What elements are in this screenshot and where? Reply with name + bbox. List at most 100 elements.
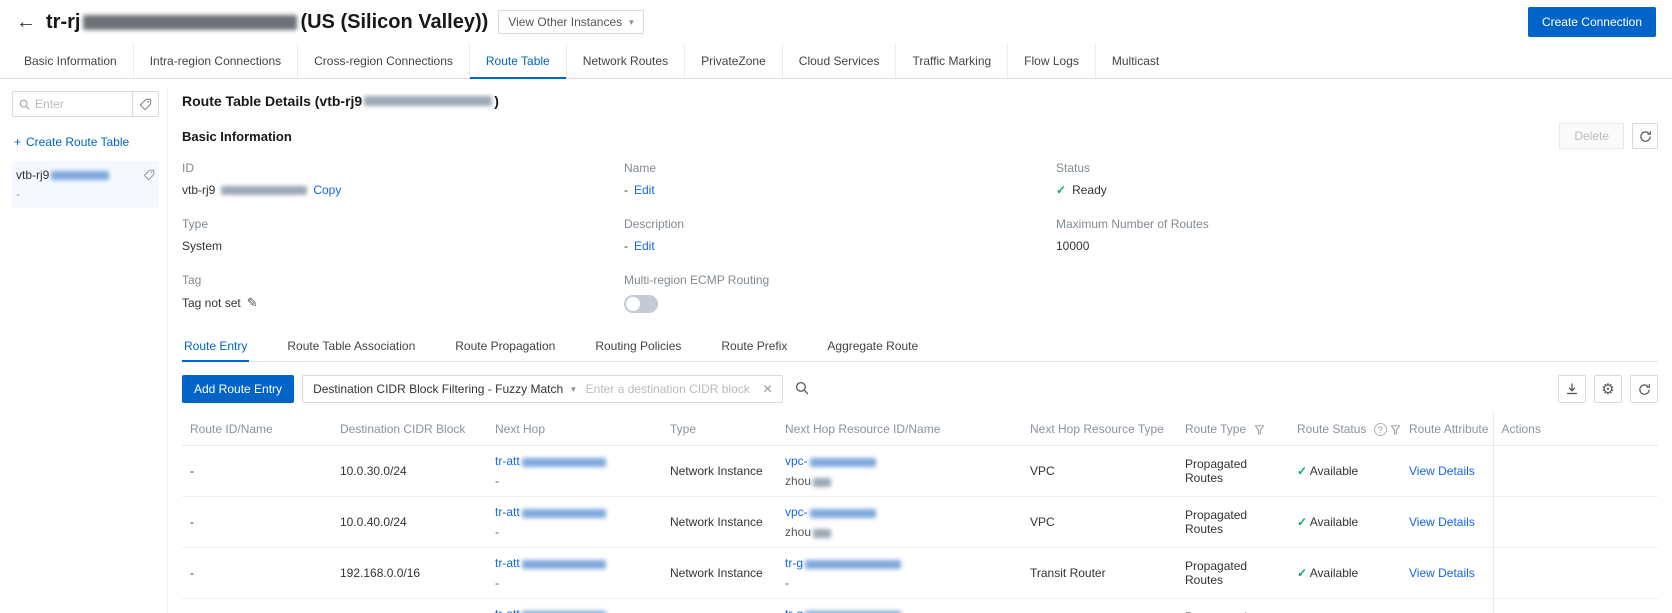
chevron-down-icon: ▾ [629, 17, 634, 28]
route-entry-table: Route ID/Name Destination CIDR Block Nex… [182, 413, 1658, 613]
delete-button[interactable]: Delete [1559, 123, 1624, 149]
instance-region: (US (Silicon Valley)) [300, 11, 488, 34]
route-status-text: Available [1310, 464, 1358, 478]
back-icon[interactable]: ← [16, 12, 36, 32]
clear-input-icon[interactable]: ✕ [754, 382, 782, 396]
actions-cell [1493, 446, 1658, 497]
route-status-text: Available [1310, 566, 1358, 580]
subtab-route-prefix[interactable]: Route Prefix [719, 331, 789, 361]
route-attribute-cell: View Details [1401, 599, 1493, 613]
cidr-filter-select-label: Destination CIDR Block Filtering - Fuzzy… [313, 382, 563, 396]
filter-icon[interactable] [1390, 424, 1401, 435]
ecmp-toggle[interactable] [624, 295, 658, 313]
download-button[interactable] [1558, 375, 1586, 403]
sidebar-search-input[interactable] [35, 97, 126, 111]
subtab-route-table-association[interactable]: Route Table Association [285, 331, 417, 361]
field-tag: Tag Tag not set ✎ [182, 273, 624, 313]
tag-filter-button[interactable] [133, 91, 159, 117]
subtab-route-entry[interactable]: Route Entry [182, 331, 249, 361]
resource-type-cell: Transit Router [1022, 548, 1177, 599]
cidr-search-input[interactable] [586, 382, 754, 396]
subtab-route-propagation[interactable]: Route Propagation [453, 331, 557, 361]
next-hop-link[interactable]: tr-att [495, 454, 606, 468]
route-attribute-cell: View Details [1401, 548, 1493, 599]
next-hop-cell: tr-att - [487, 497, 662, 548]
tab-privatezone[interactable]: PrivateZone [684, 44, 782, 78]
route-status-text: Available [1310, 515, 1358, 529]
create-connection-button[interactable]: Create Connection [1528, 7, 1656, 37]
field-max-routes: Maximum Number of Routes 10000 [1056, 217, 1658, 253]
create-route-table-link[interactable]: + Create Route Table [14, 135, 157, 149]
route-type-cell: Propagated Routes [1177, 599, 1289, 613]
view-details-link[interactable]: View Details [1409, 566, 1475, 580]
resource-line2: zhou [785, 525, 811, 539]
details-title-prefix: Route Table Details (vtb-rj9 [182, 93, 362, 109]
type-cell: Network Instance [662, 599, 777, 613]
next-hop-sub: - [495, 576, 654, 590]
redacted-route-table-id [51, 171, 109, 180]
refresh-details-button[interactable] [1632, 123, 1658, 149]
search-button[interactable] [791, 381, 813, 398]
next-hop-link[interactable]: tr-att [495, 607, 606, 613]
max-routes-value: 10000 [1056, 239, 1089, 253]
resource-type-cell: VPC [1022, 446, 1177, 497]
type-cell: Network Instance [662, 548, 777, 599]
resource-link[interactable]: tr-g [785, 556, 901, 570]
resource-line2: - [785, 576, 1014, 590]
column-settings-button[interactable]: ⚙ [1594, 375, 1622, 403]
redacted-instance-id [83, 15, 297, 30]
col-route-id-name: Route ID/Name [182, 413, 332, 446]
tab-multicast[interactable]: Multicast [1095, 44, 1175, 78]
tab-traffic-marking[interactable]: Traffic Marking [895, 44, 1007, 78]
view-details-link[interactable]: View Details [1409, 515, 1475, 529]
edit-tag-icon[interactable]: ✎ [247, 295, 258, 311]
next-hop-cell: tr-att - [487, 548, 662, 599]
resource-link[interactable]: tr-g [785, 607, 901, 613]
cidr-cell: 192.168.0.0/16 [332, 599, 487, 613]
copy-id-link[interactable]: Copy [313, 183, 341, 197]
tag-value: Tag not set [182, 296, 241, 310]
subtab-aggregate-route[interactable]: Aggregate Route [825, 331, 920, 361]
resource-type-cell: VPC [1022, 497, 1177, 548]
route-status-cell: ✓ Available [1289, 599, 1401, 613]
subtab-routing-policies[interactable]: Routing Policies [593, 331, 683, 361]
refresh-table-button[interactable] [1630, 375, 1658, 403]
tab-flow-logs[interactable]: Flow Logs [1007, 44, 1095, 78]
route-table-list-item[interactable]: vtb-rj9 - [12, 161, 159, 208]
resource-cell: tr-g - [777, 599, 1022, 613]
col-actions: Actions [1493, 413, 1658, 446]
next-hop-link[interactable]: tr-att [495, 556, 606, 570]
route-id-cell: - [182, 446, 332, 497]
resource-cell: vpc- zhou [777, 446, 1022, 497]
tab-cross-region-connections[interactable]: Cross-region Connections [297, 44, 469, 78]
filter-icon[interactable] [1254, 424, 1265, 435]
tab-cloud-services[interactable]: Cloud Services [782, 44, 896, 78]
field-ecmp: Multi-region ECMP Routing [624, 273, 1056, 313]
route-entry-toolbar: Add Route Entry Destination CIDR Block F… [182, 375, 1658, 403]
check-icon: ✓ [1056, 183, 1066, 197]
table-row: - 10.0.40.0/24 tr-att - Network Instance… [182, 497, 1658, 548]
add-route-entry-button[interactable]: Add Route Entry [182, 375, 294, 403]
col-next-hop-resource-id: Next Hop Resource ID/Name [777, 413, 1022, 446]
cidr-filter-select[interactable]: Destination CIDR Block Filtering - Fuzzy… [303, 376, 586, 402]
help-icon[interactable]: ? [1374, 423, 1387, 436]
tab-network-routes[interactable]: Network Routes [566, 44, 684, 78]
resource-link[interactable]: vpc- [785, 454, 876, 468]
details-title-suffix: ) [494, 93, 499, 109]
route-id-cell: - [182, 548, 332, 599]
view-details-link[interactable]: View Details [1409, 464, 1475, 478]
tab-route-table[interactable]: Route Table [469, 44, 566, 78]
edit-name-link[interactable]: Edit [634, 183, 655, 197]
resource-cell: tr-g - [777, 548, 1022, 599]
field-id: ID vtb-rj9 Copy [182, 161, 624, 197]
actions-cell [1493, 548, 1658, 599]
tab-basic-information[interactable]: Basic Information [8, 44, 133, 78]
col-type: Type [662, 413, 777, 446]
search-icon [795, 381, 809, 395]
view-other-instances-dropdown[interactable]: View Other Instances ▾ [498, 10, 643, 34]
tab-intra-region-connections[interactable]: Intra-region Connections [133, 44, 297, 78]
status-value: Ready [1072, 183, 1107, 197]
edit-description-link[interactable]: Edit [634, 239, 655, 253]
next-hop-link[interactable]: tr-att [495, 505, 606, 519]
resource-link[interactable]: vpc- [785, 505, 876, 519]
